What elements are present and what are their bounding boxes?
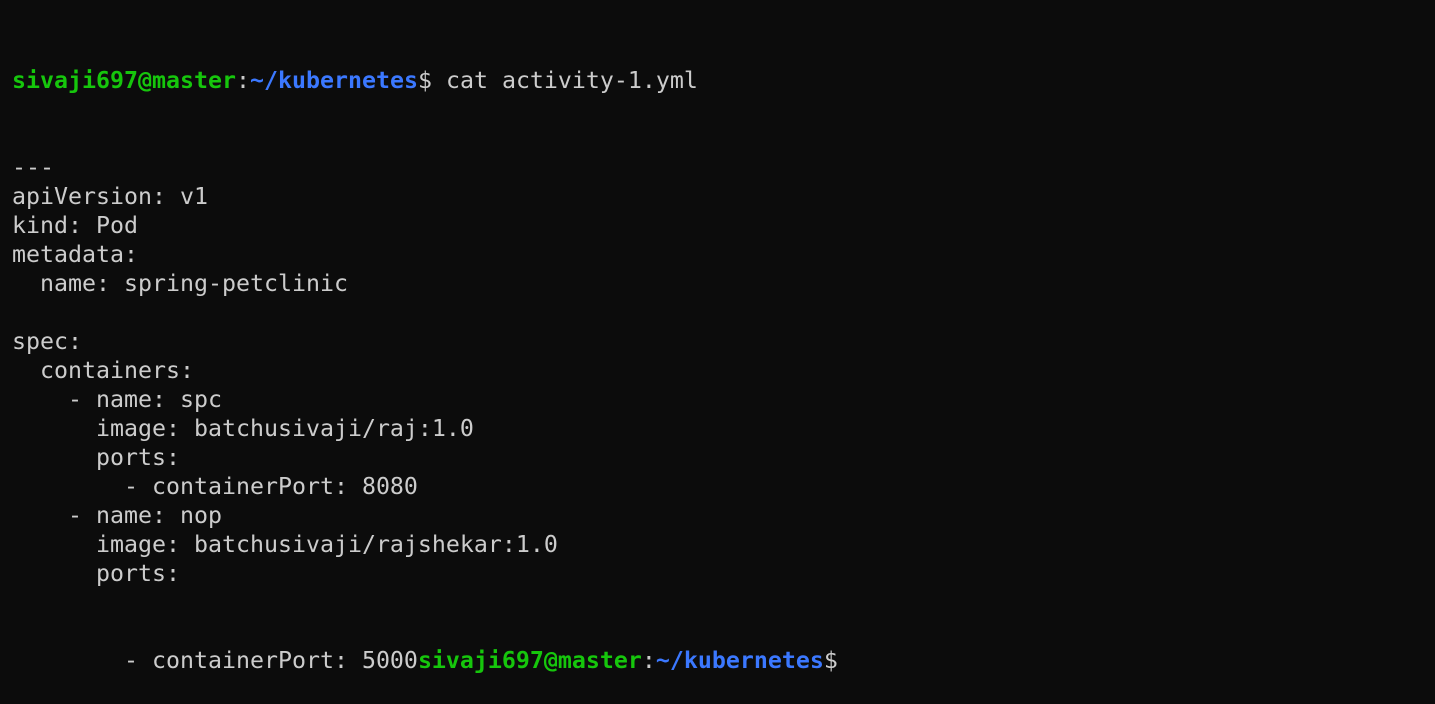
output-line: containers: [12, 357, 194, 384]
final-line: - containerPort: 5000sivaji697@master:~/… [12, 646, 1435, 675]
output-line: spec: [12, 328, 82, 355]
output-line: image: batchusivaji/raj:1.0 [12, 415, 474, 442]
output-line: name: spring-petclinic [12, 270, 348, 297]
prompt-separator: : [641, 647, 656, 674]
output-line: ports: [12, 560, 180, 587]
prompt-path: ~/kubernetes [249, 67, 418, 94]
command-line: sivaji697@master:~/kubernetes$ cat activ… [12, 66, 1435, 95]
output-line: - containerPort: 5000 [12, 647, 418, 674]
command-text: cat activity-1.yml [431, 67, 698, 94]
output-line: - name: nop [12, 502, 222, 529]
prompt-symbol: $ [823, 647, 838, 674]
output-line: - containerPort: 8080 [12, 473, 418, 500]
prompt-path: ~/kubernetes [655, 647, 824, 674]
output-line: metadata: [12, 241, 138, 268]
output-line: ports: [12, 444, 180, 471]
terminal[interactable]: sivaji697@master:~/kubernetes$ cat activ… [0, 0, 1435, 704]
output-line: kind: Pod [12, 212, 138, 239]
prompt-user-host: sivaji697@master [417, 647, 642, 674]
prompt-symbol: $ [417, 67, 432, 94]
prompt-user-host: sivaji697@master [12, 67, 236, 94]
output-line: - name: spc [12, 386, 222, 413]
prompt-separator: : [235, 67, 250, 94]
output-line: image: batchusivaji/rajshekar:1.0 [12, 531, 558, 558]
output-line: --- [12, 154, 54, 181]
output-line: apiVersion: v1 [12, 183, 208, 210]
